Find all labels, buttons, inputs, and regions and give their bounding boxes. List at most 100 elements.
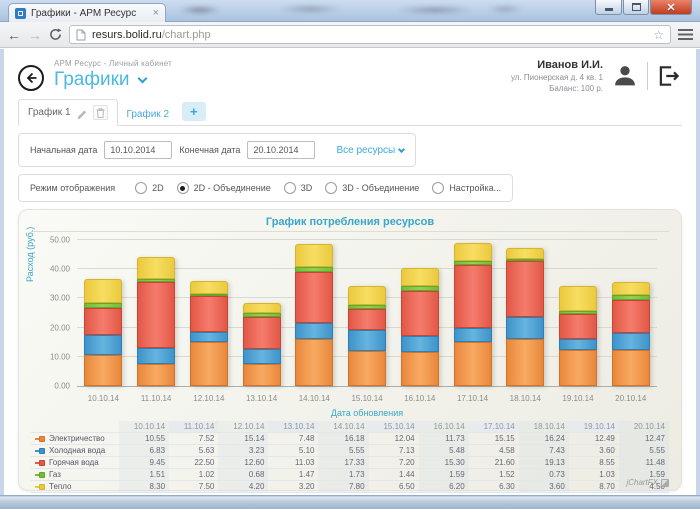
address-bar[interactable]: resurs.bolid.ru/chart.php ☆ [69,25,671,44]
edit-pencil-icon[interactable] [76,107,88,119]
radio-icon[interactable] [177,182,189,194]
bar-10.10.14[interactable] [77,240,130,386]
series-label: Тепло [31,481,119,493]
bar-14.10.14[interactable] [288,240,341,386]
legend-marker-icon [35,472,45,478]
value-cell: 6.20 [419,481,469,493]
mode-radio-3D[interactable]: 3D [284,182,313,194]
y-tick-label: 20.00 [50,323,70,332]
mode-radio-2D - Объединение[interactable]: 2D - Объединение [177,182,271,194]
bar-15.10.14[interactable] [341,240,394,386]
browser-refresh-icon[interactable] [49,28,62,41]
segment-Горячая вода [506,261,544,317]
display-mode-label: Режим отображения [30,183,115,193]
tab-grafik-1[interactable]: График 1 [18,99,118,126]
bar-16.10.14[interactable] [393,240,446,386]
x-tick-label: 18.10.14 [499,394,552,403]
segment-Электричество [401,352,439,386]
series-label: Электричество [31,433,119,445]
bar-17.10.14[interactable] [446,240,499,386]
logout-icon[interactable] [656,63,682,89]
legend-marker-icon [35,460,45,466]
bookmark-star-icon[interactable]: ☆ [653,29,664,41]
y-tick-label: 30.00 [50,294,70,303]
value-cell: 10.55 [119,433,169,445]
segment-Горячая вода [612,300,650,334]
y-tick-label: 40.00 [50,265,70,274]
resources-dropdown[interactable]: Все ресурсы [336,145,404,156]
browser-tab[interactable]: Графики - АРМ Ресурс × [8,3,166,22]
mode-radio-Настройка...[interactable]: Настройка... [432,182,501,194]
value-cell: 1.59 [419,469,469,481]
start-date-input[interactable] [104,141,172,159]
segment-Тепло [137,257,175,279]
table-date-header: 11.10.14 [169,421,218,433]
browser-window: Графики - АРМ Ресурс × ✕ ← → resurs.boli… [0,0,700,509]
segment-Тепло [506,248,544,259]
value-cell: 1.44 [369,469,419,481]
browser-forward-icon[interactable]: → [28,28,42,42]
value-cell: 12.60 [218,457,268,469]
segment-Холодная вода [454,328,492,341]
user-avatar-icon[interactable] [611,62,639,90]
radio-icon[interactable] [284,182,296,194]
bar-19.10.14[interactable] [552,240,605,386]
page-back-button[interactable] [18,65,44,91]
browser-menu-icon[interactable] [678,28,693,41]
bar-12.10.14[interactable] [182,240,235,386]
bar-13.10.14[interactable] [235,240,288,386]
x-tick-label: 16.10.14 [393,394,446,403]
value-cell: 8.30 [119,481,169,493]
radio-icon[interactable] [325,182,337,194]
window-close-button[interactable]: ✕ [650,0,692,15]
delete-trash-icon[interactable] [93,105,108,120]
browser-toolbar: ← → resurs.bolid.ru/chart.php ☆ [0,22,700,48]
value-cell: 5.55 [318,445,368,457]
value-cell: 0.73 [519,469,569,481]
mode-radio-3D - Объединение[interactable]: 3D - Объединение [325,182,419,194]
url-path: /chart.php [162,29,211,41]
tab-grafik-2[interactable]: График 2 [118,104,179,125]
end-date-input[interactable] [247,141,315,159]
value-cell: 8.70 [569,481,619,493]
table-date-header: 10.10.14 [119,421,169,433]
radio-icon[interactable] [432,182,444,194]
segment-Тепло [243,303,281,312]
value-cell: 5.55 [619,445,669,457]
stacked-bar [243,240,281,386]
window-maximize-button[interactable] [623,0,649,15]
value-cell: 12.49 [569,433,619,445]
bar-18.10.14[interactable] [499,240,552,386]
table-date-header: 20.10.14 [619,421,669,433]
table-date-header: 19.10.14 [569,421,619,433]
bar-11.10.14[interactable] [130,240,183,386]
value-cell: 3.20 [268,481,318,493]
title-block: АРМ Ресурс - Личный кабинет Графики [54,59,172,91]
stacked-bar [295,240,333,386]
table-date-header: 13.10.14 [268,421,318,433]
mode-radio-label: 3D - Объединение [342,183,419,193]
mode-radio-label: 2D - Объединение [194,183,271,193]
bar-20.10.14[interactable] [604,240,657,386]
x-tick-label: 15.10.14 [341,394,394,403]
add-tab-button[interactable]: + [182,102,206,121]
value-cell: 15.15 [469,433,519,445]
table-date-header: 15.10.14 [369,421,419,433]
value-cell: 7.13 [369,445,419,457]
browser-back-icon[interactable]: ← [7,28,21,42]
window-controls: ✕ [594,0,692,15]
tab-close-icon[interactable]: × [153,8,159,19]
chevron-down-icon[interactable] [137,73,147,83]
segment-Горячая вода [137,282,175,348]
value-cell: 16.24 [519,433,569,445]
y-axis-label: Расход (руб.) [25,227,35,282]
window-minimize-button[interactable] [595,0,622,15]
radio-icon[interactable] [135,182,147,194]
value-cell: 7.80 [318,481,368,493]
stacked-bar [137,240,175,386]
value-cell: 17.33 [318,457,368,469]
mode-radio-2D[interactable]: 2D [135,182,164,194]
stacked-bar [506,240,544,386]
table-date-header: 16.10.14 [419,421,469,433]
value-cell: 3.23 [218,445,268,457]
